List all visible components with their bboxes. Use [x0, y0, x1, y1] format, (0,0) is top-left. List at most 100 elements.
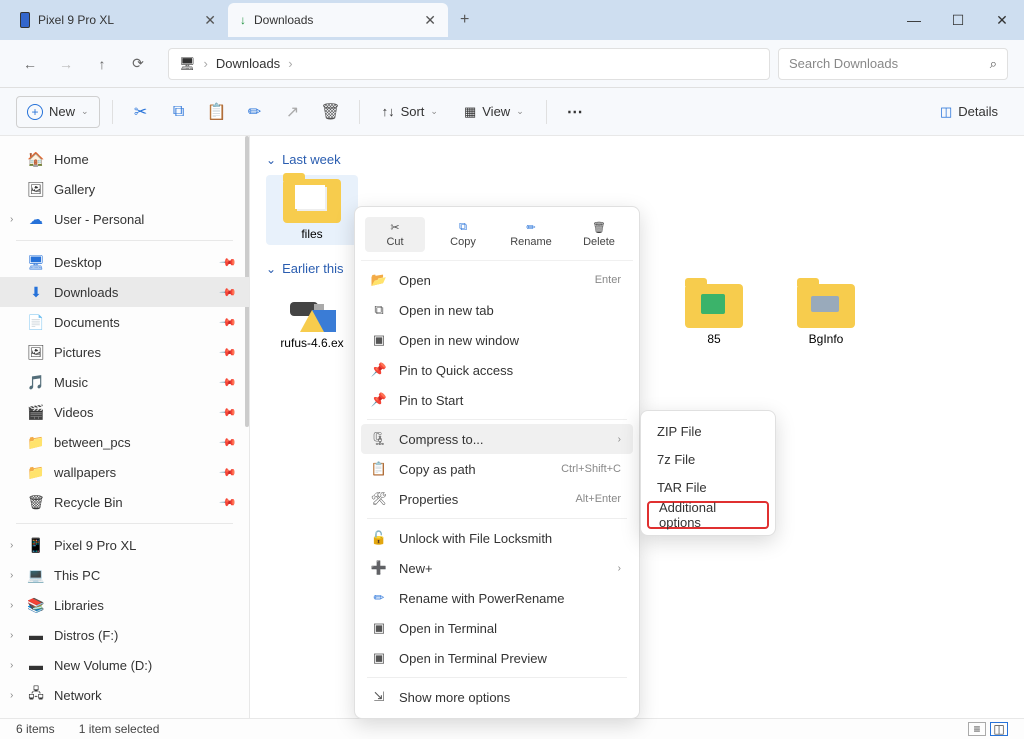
chevron-right-icon[interactable]: ›: [10, 690, 13, 701]
chevron-right-icon[interactable]: ›: [10, 630, 13, 641]
address-path[interactable]: 🖥 › Downloads ›: [168, 48, 770, 80]
chevron-right-icon[interactable]: ›: [10, 570, 13, 581]
close-button[interactable]: ✕: [980, 0, 1024, 40]
pin-icon: 📌: [219, 373, 238, 392]
folder-icon: [797, 284, 855, 328]
close-icon[interactable]: ✕: [204, 12, 216, 29]
pc-icon: 💻: [28, 567, 44, 583]
sidebar-item-distros[interactable]: ›▬Distros (F:): [0, 620, 249, 650]
maximize-button[interactable]: ☐: [936, 0, 980, 40]
cm-copy-path[interactable]: 📋Copy as pathCtrl+Shift+C: [361, 454, 633, 484]
cm-newplus[interactable]: ➕New+›: [361, 553, 633, 583]
cm-rename-button[interactable]: ✏Rename: [501, 217, 561, 252]
libraries-icon: 📚: [28, 597, 44, 613]
sidebar-item-label: Network: [54, 688, 102, 703]
rename-button[interactable]: ✏: [239, 96, 271, 128]
cm-properties[interactable]: 🛠PropertiesAlt+Enter: [361, 484, 633, 514]
cm-open[interactable]: 📂OpenEnter: [361, 265, 633, 295]
forward-button[interactable]: →: [52, 50, 80, 78]
cm-open-new-window[interactable]: ▣Open in new window: [361, 325, 633, 355]
status-bar: 6 items 1 item selected ≡ ◫: [0, 718, 1024, 739]
sidebar-item-music[interactable]: 🎵Music📌: [0, 367, 249, 397]
view-grid-toggle[interactable]: ◫: [990, 722, 1008, 736]
sidebar-item-user[interactable]: ›☁User - Personal: [0, 204, 249, 234]
close-icon[interactable]: ✕: [424, 12, 436, 29]
sidebar-item-desktop[interactable]: 🖥Desktop📌: [0, 247, 249, 277]
sidebar-item-gallery[interactable]: 🖼Gallery: [0, 174, 249, 204]
sidebar-item-newvolume[interactable]: ›▬New Volume (D:): [0, 650, 249, 680]
sidebar-item-pictures[interactable]: 🖼Pictures📌: [0, 337, 249, 367]
sidebar-item-thispc[interactable]: ›💻This PC: [0, 560, 249, 590]
refresh-button[interactable]: ⟳: [124, 50, 152, 78]
sidebar-item-downloads[interactable]: ⬇Downloads📌: [0, 277, 249, 307]
folder-icon: [685, 284, 743, 328]
sidebar-item-betweenpcs[interactable]: 📁between_pcs📌: [0, 427, 249, 457]
sm-additional-options[interactable]: Additional options: [647, 501, 769, 529]
cm-delete-button[interactable]: 🗑Delete: [569, 217, 629, 252]
pin-icon: 📌: [371, 392, 387, 408]
sidebar-item-label: New Volume (D:): [54, 658, 152, 673]
sidebar-item-label: Downloads: [54, 285, 118, 300]
cm-powerrename[interactable]: ✏Rename with PowerRename: [361, 583, 633, 613]
chevron-right-icon[interactable]: ›: [10, 660, 13, 671]
sm-tar[interactable]: TAR File: [647, 473, 769, 501]
sort-icon: ↑↓: [382, 104, 395, 119]
sidebar-item-pixel[interactable]: ›📱Pixel 9 Pro XL: [0, 530, 249, 560]
cm-compress[interactable]: 🗜Compress to...›: [361, 424, 633, 454]
cm-more-options[interactable]: ⇲Show more options: [361, 682, 633, 712]
cm-open-new-tab[interactable]: ⧉Open in new tab: [361, 295, 633, 325]
share-button[interactable]: ↗: [277, 96, 309, 128]
sm-zip[interactable]: ZIP File: [647, 417, 769, 445]
sidebar-item-network[interactable]: ›🖧Network: [0, 680, 249, 710]
file-item-bginfo[interactable]: BgInfo: [780, 284, 872, 350]
back-button[interactable]: ←: [16, 50, 44, 78]
sm-7z[interactable]: 7z File: [647, 445, 769, 473]
cm-terminal[interactable]: ▣Open in Terminal: [361, 613, 633, 643]
copy-icon: ⧉: [459, 221, 467, 234]
file-item-files[interactable]: files: [266, 175, 358, 245]
sidebar-item-libraries[interactable]: ›📚Libraries: [0, 590, 249, 620]
cut-button[interactable]: ✂: [125, 96, 157, 128]
search-box[interactable]: Search Downloads ⌕: [778, 48, 1008, 80]
item-count: 6 items: [16, 722, 55, 736]
cm-pin-quick[interactable]: 📌Pin to Quick access: [361, 355, 633, 385]
recyclebin-icon: 🗑: [28, 494, 44, 510]
sidebar-item-documents[interactable]: 📄Documents📌: [0, 307, 249, 337]
up-button[interactable]: ↑: [88, 50, 116, 78]
sidebar-item-wallpapers[interactable]: 📁wallpapers📌: [0, 457, 249, 487]
copy-button[interactable]: ⧉: [163, 96, 195, 128]
view-button[interactable]: ▦ View ⌄: [454, 96, 534, 128]
file-item-rufus[interactable]: rufus-4.6.ex: [266, 284, 358, 350]
cm-cut-button[interactable]: ✂Cut: [365, 217, 425, 252]
tab-downloads[interactable]: ↓ Downloads ✕: [228, 3, 448, 37]
view-icon: ▦: [464, 104, 476, 120]
sidebar-item-label: Gallery: [54, 182, 95, 197]
cm-pin-start[interactable]: 📌 Pin to Start: [361, 385, 633, 415]
new-tab-button[interactable]: +: [448, 11, 481, 29]
group-header-lastweek[interactable]: Last week: [266, 152, 1008, 167]
sidebar-item-recyclebin[interactable]: 🗑Recycle Bin📌: [0, 487, 249, 517]
file-item-85[interactable]: 85: [668, 284, 760, 350]
chevron-right-icon[interactable]: ›: [10, 214, 13, 225]
sidebar-item-videos[interactable]: 🎬Videos📌: [0, 397, 249, 427]
home-icon: 🏠: [28, 151, 44, 167]
chevron-right-icon[interactable]: ›: [10, 540, 13, 551]
cm-copy-button[interactable]: ⧉Copy: [433, 217, 493, 252]
sort-button[interactable]: ↑↓ Sort ⌄: [372, 96, 448, 128]
download-icon: ⬇: [28, 284, 44, 300]
sidebar-item-home[interactable]: 🏠Home: [0, 144, 249, 174]
minimize-button[interactable]: —: [892, 0, 936, 40]
tab-pixel[interactable]: Pixel 9 Pro XL ✕: [8, 3, 228, 37]
paste-button[interactable]: 📋: [201, 96, 233, 128]
more-button[interactable]: ⋯: [559, 96, 591, 128]
sidebar-item-label: between_pcs: [54, 435, 131, 450]
cm-unlock[interactable]: 🔓Unlock with File Locksmith: [361, 523, 633, 553]
delete-button[interactable]: 🗑: [315, 96, 347, 128]
view-list-toggle[interactable]: ≡: [968, 722, 986, 736]
cm-label: Pin to Start: [399, 393, 463, 408]
details-button[interactable]: ◫ Details: [930, 96, 1008, 128]
chevron-right-icon[interactable]: ›: [10, 600, 13, 611]
new-button[interactable]: + New ⌄: [16, 96, 100, 128]
cm-terminal-preview[interactable]: ▣Open in Terminal Preview: [361, 643, 633, 673]
path-segment[interactable]: Downloads: [216, 56, 280, 71]
